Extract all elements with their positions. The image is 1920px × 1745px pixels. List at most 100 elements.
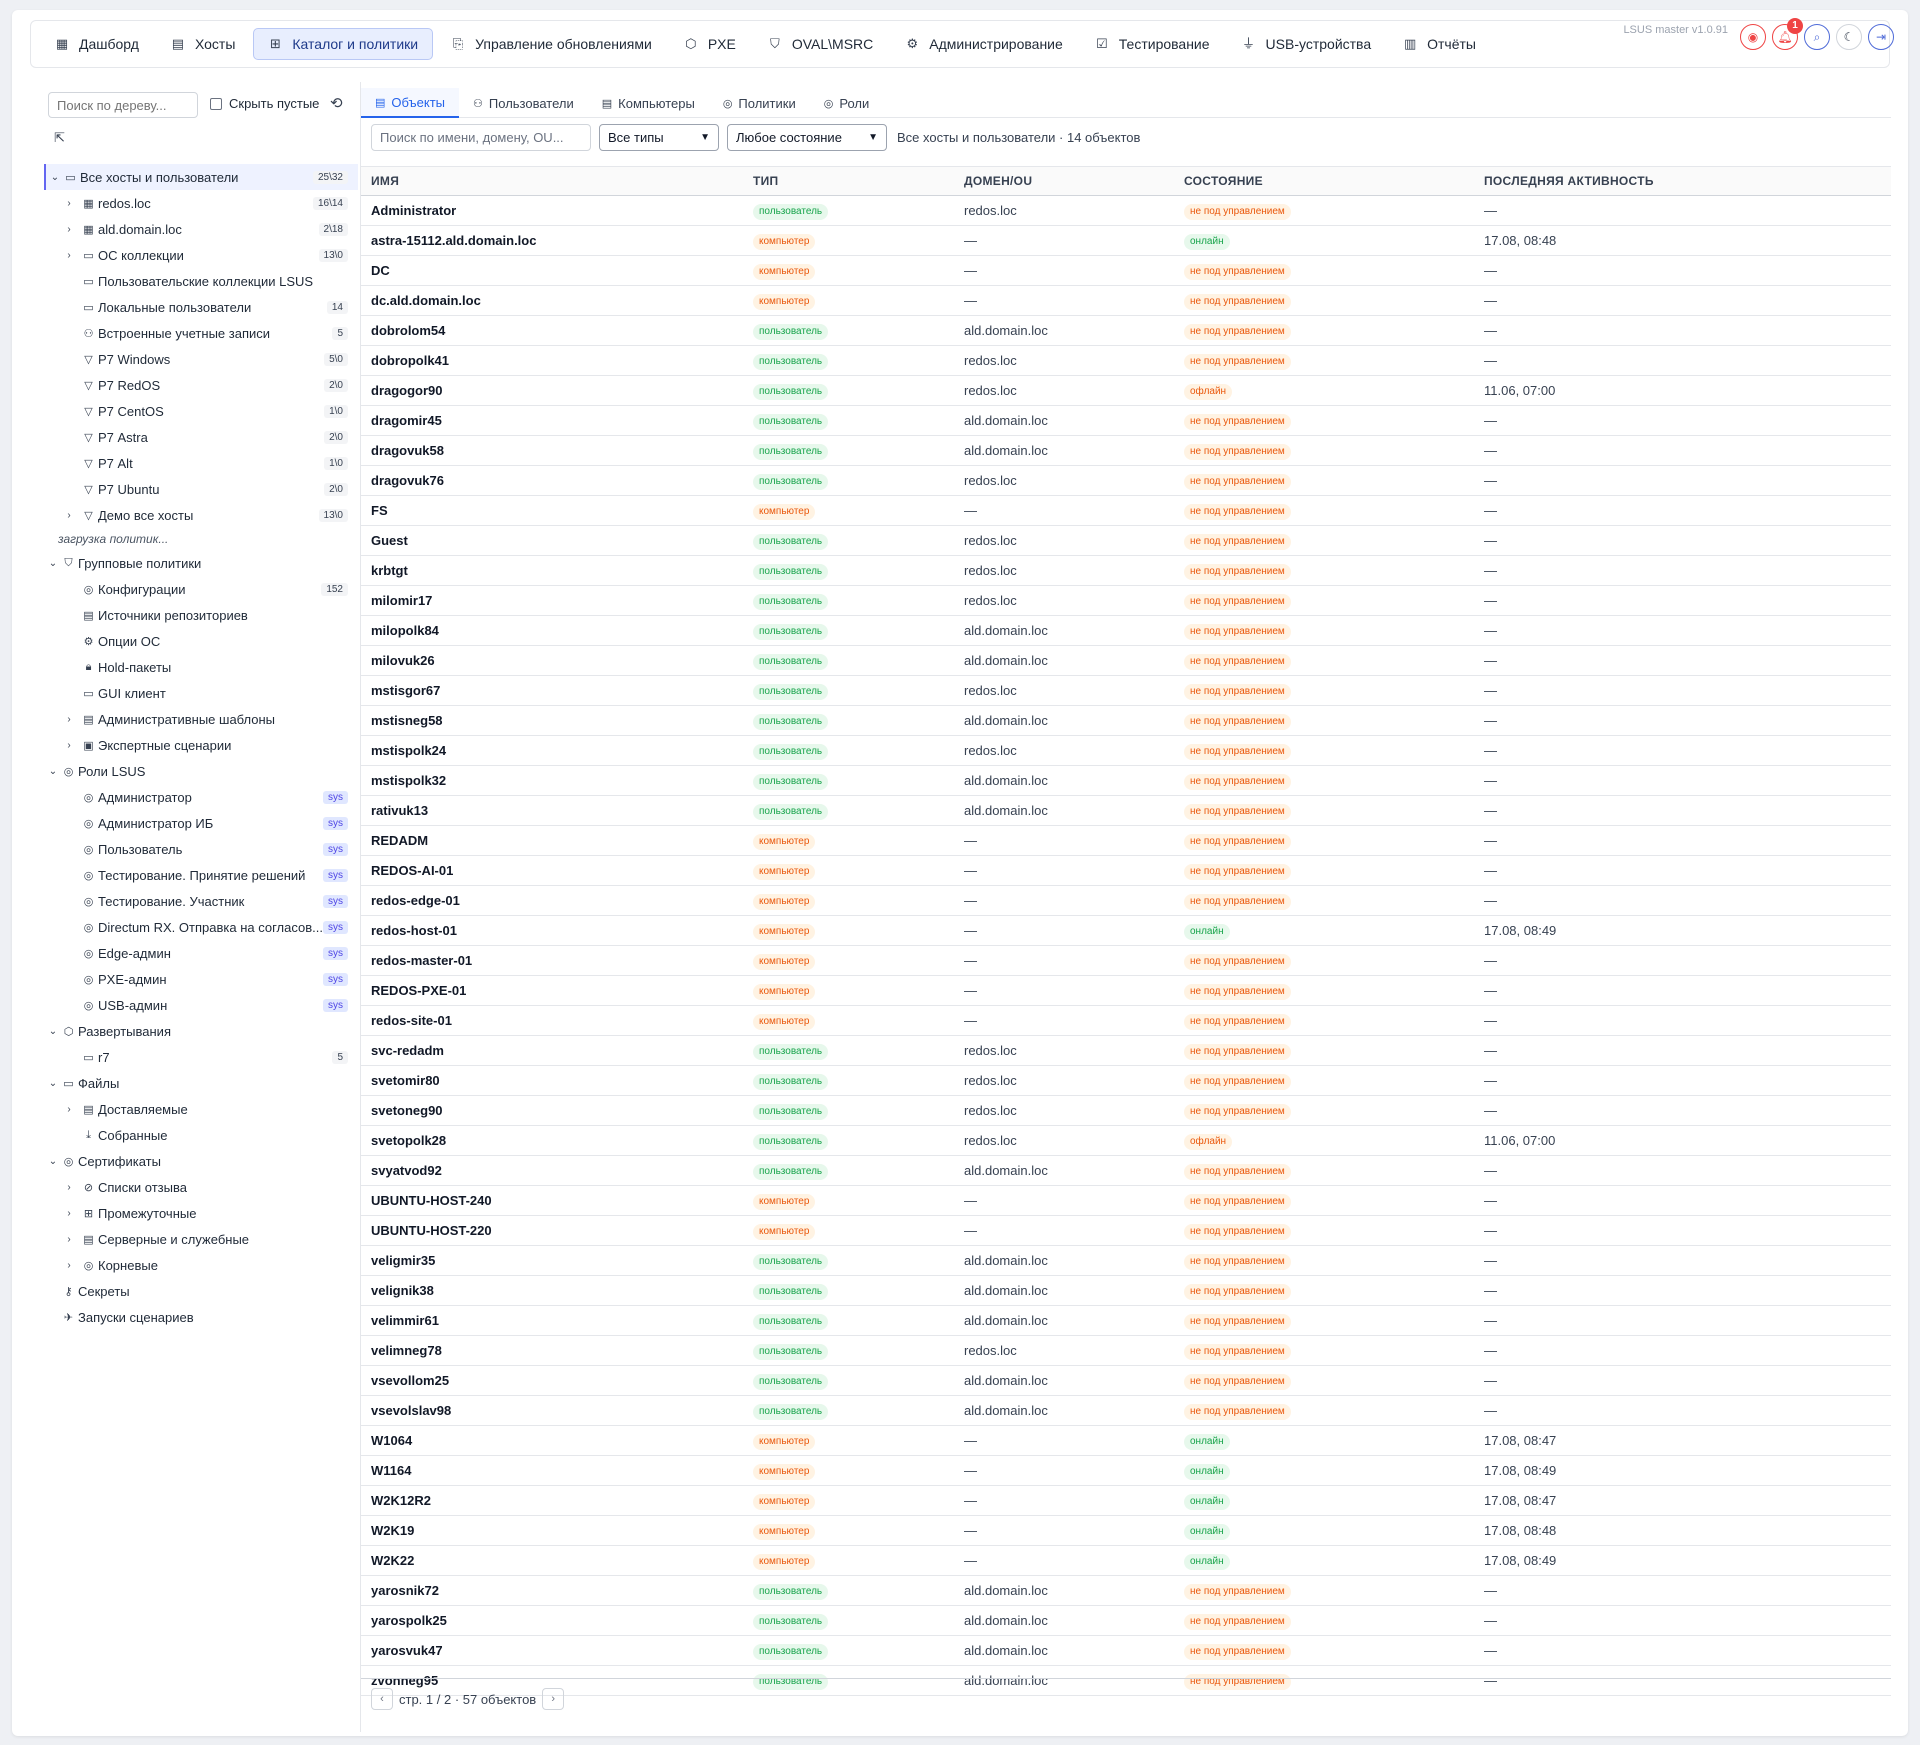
table-row[interactable]: velimmir61 пользователь ald.domain.loc не п… <box>361 1306 1891 1336</box>
table-row[interactable]: DC компьютер — не под управлением — <box>361 256 1891 286</box>
tree-node[interactable]: ⤓ Собранные <box>44 1122 358 1148</box>
tab-0[interactable]: ▤ Объекты <box>361 88 460 118</box>
table-row[interactable]: FS компьютер — не под управлением — <box>361 496 1891 526</box>
tree-node[interactable]: › ▦ ald.domain.loc 2\18 <box>44 216 358 242</box>
chevron-down-icon[interactable]: ⌄ <box>48 1026 58 1037</box>
tree-node[interactable]: ⌄ ⛉ Групповые политики <box>44 550 358 576</box>
table-row[interactable]: redos-master-01 компьютер — не под управлен… <box>361 946 1891 976</box>
table-row[interactable]: dobrolom54 пользователь ald.domain.loc не п… <box>361 316 1891 346</box>
tree-node[interactable]: ▤ Источники репозиториев <box>44 602 358 628</box>
chevron-right-icon[interactable]: › <box>64 714 74 725</box>
chevron-right-icon[interactable]: › <box>64 1182 74 1193</box>
nav-item-8[interactable]: ⏚ USB-устройства <box>1228 28 1386 60</box>
table-row[interactable]: vsevolslav98 пользователь ald.domain.loc не… <box>361 1396 1891 1426</box>
table-row[interactable]: milovuk26 пользователь ald.domain.loc не по… <box>361 646 1891 676</box>
table-row[interactable]: dragomir45 пользователь ald.domain.loc не п… <box>361 406 1891 436</box>
hide-empty-checkbox[interactable] <box>210 97 222 110</box>
tree-node[interactable]: ⌄ ⬡ Развертывания <box>44 1018 358 1044</box>
table-row[interactable]: krbtgt пользователь redos.loc не под управл… <box>361 556 1891 586</box>
table-row[interactable]: UBUNTU-HOST-220 компьютер — не под управлен… <box>361 1216 1891 1246</box>
tree-node[interactable]: ⚙ Опции ОС <box>44 628 358 654</box>
tree-node[interactable]: ◎ Тестирование. Участник sys <box>44 888 358 914</box>
tree-node[interactable]: ◎ Администратор sys <box>44 784 358 810</box>
prev-page-button[interactable]: ‹ <box>371 1688 393 1710</box>
chevron-right-icon[interactable]: › <box>64 1260 74 1271</box>
table-row[interactable]: milomir17 пользователь redos.loc не под упр… <box>361 586 1891 616</box>
table-row[interactable]: UBUNTU-HOST-240 компьютер — не под управлен… <box>361 1186 1891 1216</box>
table-row[interactable]: velimneg78 пользователь redos.loc не под уп… <box>361 1336 1891 1366</box>
chevron-down-icon[interactable]: ⌄ <box>48 558 58 569</box>
tab-2[interactable]: ▤ Компьютеры <box>588 88 709 118</box>
logout-icon[interactable]: ⇥ <box>1868 24 1894 50</box>
tree-node[interactable]: ▭ Локальные пользователи 14 <box>44 294 358 320</box>
tree-search-input[interactable] <box>48 92 198 118</box>
nav-item-3[interactable]: ⎘ Управление обновлениями <box>437 28 666 60</box>
tree-node[interactable]: › ▤ Административные шаблоны <box>44 706 358 732</box>
table-row[interactable]: dragogor90 пользователь redos.loc офлайн 11.… <box>361 376 1891 406</box>
tree-node[interactable]: ▽ Р7 RedOS 2\0 <box>44 372 358 398</box>
tree-node[interactable]: ⚷ Секреты <box>44 1278 358 1304</box>
nav-item-1[interactable]: ▤ Хосты <box>157 28 249 60</box>
tree-node[interactable]: ▽ Р7 Alt 1\0 <box>44 450 358 476</box>
tree-node[interactable]: ▽ Р7 Windows 5\0 <box>44 346 358 372</box>
nav-item-6[interactable]: ⚙ Администрирование <box>891 28 1077 60</box>
chevron-down-icon[interactable]: ⌄ <box>48 1156 58 1167</box>
table-row[interactable]: W1164 компьютер — онлайн 17.08, 08:49 <box>361 1456 1891 1486</box>
table-row[interactable]: redos-edge-01 компьютер — не под управление… <box>361 886 1891 916</box>
table-row[interactable]: svc-redadm пользователь redos.loc не под уп… <box>361 1036 1891 1066</box>
state-filter-select[interactable]: Любое состояние ▼ <box>727 124 887 151</box>
hide-empty-toggle[interactable]: Скрыть пустые <box>210 96 319 111</box>
column-header-name[interactable]: ИМЯ <box>361 174 753 188</box>
chevron-right-icon[interactable]: › <box>64 1208 74 1219</box>
tree-node[interactable]: ▭ r7 5 <box>44 1044 358 1070</box>
chevron-right-icon[interactable]: › <box>64 1234 74 1245</box>
tree-node[interactable]: › ▣ Экспертные сценарии <box>44 732 358 758</box>
nav-item-4[interactable]: ⬡ PXE <box>670 28 750 60</box>
nav-item-9[interactable]: ▥ Отчёты <box>1389 28 1490 60</box>
table-row[interactable]: W2K19 компьютер — онлайн 17.08, 08:48 <box>361 1516 1891 1546</box>
nav-item-7[interactable]: ☑ Тестирование <box>1081 28 1224 60</box>
table-row[interactable]: REDOS-AI-01 компьютер — не под управлением — <box>361 856 1891 886</box>
table-row[interactable]: Guest пользователь redos.loc не под управле… <box>361 526 1891 556</box>
table-row[interactable]: dobropolk41 пользователь redos.loc не под у… <box>361 346 1891 376</box>
chevron-right-icon[interactable]: › <box>64 1104 74 1115</box>
chevron-down-icon[interactable]: ⌄ <box>48 766 58 777</box>
table-row[interactable]: svetopolk28 пользователь redos.loc офлайн 11… <box>361 1126 1891 1156</box>
table-row[interactable]: dragovuk76 пользователь redos.loc не под уп… <box>361 466 1891 496</box>
search-zoom-icon[interactable]: ⌕ <box>1804 24 1830 50</box>
column-header-state[interactable]: СОСТОЯНИЕ <box>1184 174 1484 188</box>
tree-node[interactable]: › ▤ Доставляемые <box>44 1096 358 1122</box>
tab-1[interactable]: ⚇ Пользователи <box>459 88 588 118</box>
tree-node[interactable]: ⌄ ▭ Все хосты и пользователи 25\32 <box>44 164 358 190</box>
table-row[interactable]: dc.ald.domain.loc компьютер — не под управл… <box>361 286 1891 316</box>
table-row[interactable]: W1064 компьютер — онлайн 17.08, 08:47 <box>361 1426 1891 1456</box>
tree-node[interactable]: › ⊞ Промежуточные <box>44 1200 358 1226</box>
tree-node[interactable]: ⌄ ▭ Файлы <box>44 1070 358 1096</box>
table-row[interactable]: Administrator пользователь redos.loc не под… <box>361 196 1891 226</box>
tree-node[interactable]: › ▦ redos.loc 16\14 <box>44 190 358 216</box>
table-row[interactable]: yarosvuk47 пользователь ald.domain.loc не п… <box>361 1636 1891 1666</box>
table-row[interactable]: W2K12R2 компьютер — онлайн 17.08, 08:47 <box>361 1486 1891 1516</box>
tree-node[interactable]: ◎ Edge-админ sys <box>44 940 358 966</box>
nav-item-5[interactable]: ⛉ OVAL\MSRC <box>754 28 887 60</box>
tree-node[interactable]: › ▽ Демо все хосты 13\0 <box>44 502 358 528</box>
table-row[interactable]: redos-host-01 компьютер — онлайн 17.08, 08:4… <box>361 916 1891 946</box>
chevron-right-icon[interactable]: › <box>64 224 74 235</box>
table-row[interactable]: vsevollom25 пользователь ald.domain.loc не … <box>361 1366 1891 1396</box>
tree-node[interactable]: ⚇ Встроенные учетные записи 5 <box>44 320 358 346</box>
tree-node[interactable]: ✈ Запуски сценариев <box>44 1304 358 1330</box>
type-filter-select[interactable]: Все типы ▼ <box>599 124 719 151</box>
table-row[interactable]: W2K22 компьютер — онлайн 17.08, 08:49 <box>361 1546 1891 1576</box>
tree-node[interactable]: ▽ Р7 Ubuntu 2\0 <box>44 476 358 502</box>
nav-item-2[interactable]: ⊞ Каталог и политики <box>253 28 434 60</box>
tree-node[interactable]: › ▤ Серверные и служебные <box>44 1226 358 1252</box>
chevron-right-icon[interactable]: › <box>64 740 74 751</box>
table-row[interactable]: velignik38 пользователь ald.domain.loc не п… <box>361 1276 1891 1306</box>
tree-node[interactable]: ▽ Р7 CentOS 1\0 <box>44 398 358 424</box>
table-row[interactable]: mstispolk32 пользователь ald.domain.loc не … <box>361 766 1891 796</box>
table-row[interactable]: zvonneg95 пользователь ald.domain.loc не по… <box>361 1666 1891 1696</box>
column-header-last-activity[interactable]: ПОСЛЕДНЯЯ АКТИВНОСТЬ <box>1484 174 1891 188</box>
table-row[interactable]: REDOS-PXE-01 компьютер — не под управлением… <box>361 976 1891 1006</box>
table-row[interactable]: redos-site-01 компьютер — не под управление… <box>361 1006 1891 1036</box>
moon-icon[interactable]: ☾ <box>1836 24 1862 50</box>
